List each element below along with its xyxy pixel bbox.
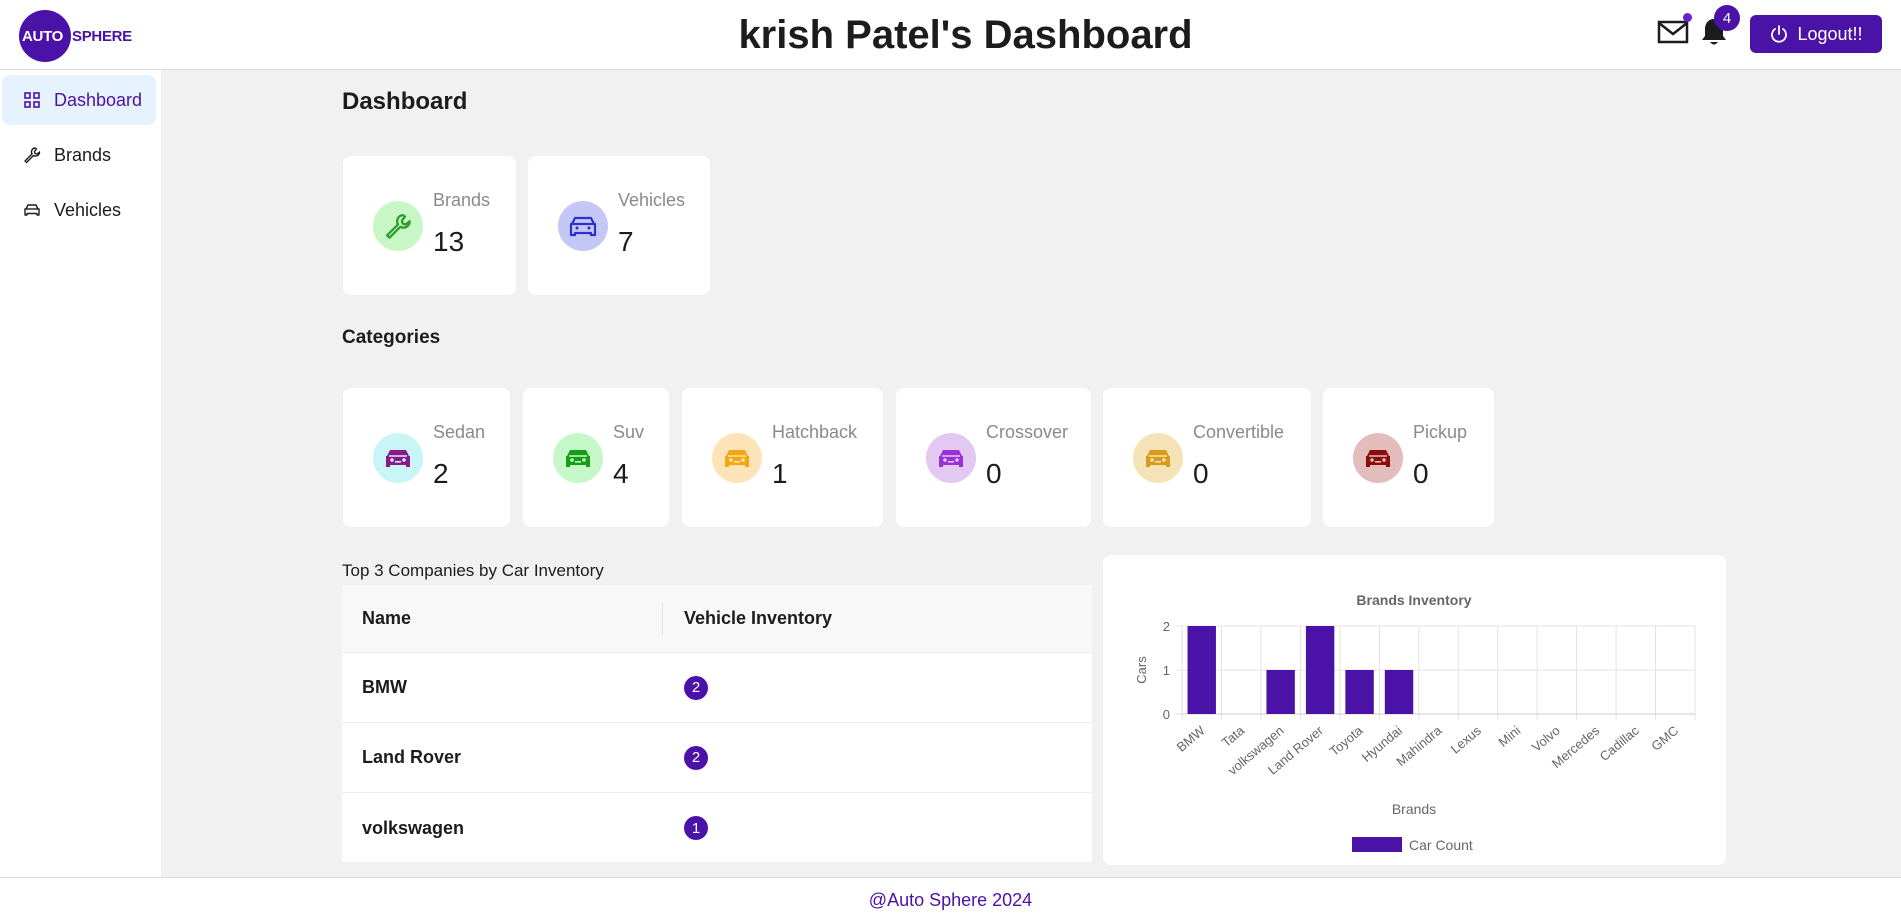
- sidebar-item-brands[interactable]: Brands: [2, 130, 156, 180]
- card-value: 0: [986, 458, 1002, 489]
- car-icon: [1133, 433, 1183, 483]
- mail-icon: [1657, 20, 1689, 44]
- bar: [1345, 670, 1374, 714]
- mail-button[interactable]: [1657, 13, 1692, 46]
- inventory-cell: 2: [684, 723, 708, 792]
- card-value: 2: [433, 458, 449, 489]
- footer-text: @Auto Sphere 2024: [868, 889, 1033, 910]
- bar: [1384, 670, 1414, 714]
- inventory-cell: 1: [684, 793, 708, 863]
- card-value: 13: [433, 226, 465, 257]
- column-header-inventory: Vehicle Inventory: [684, 608, 833, 628]
- top-header: AUTO SPHERE krish Patel's Dashboard 4 Lo…: [0, 0, 1901, 70]
- notification-count-badge: 4: [1714, 5, 1740, 31]
- car-icon: [553, 433, 603, 483]
- x-tick-label: BMW: [1174, 722, 1209, 754]
- inventory-cell: 2: [684, 653, 708, 722]
- table-row[interactable]: BMW 2: [342, 653, 1092, 723]
- car-icon: [712, 433, 762, 483]
- legend-label: Car Count: [1409, 837, 1473, 853]
- card-label: Crossover: [986, 422, 1069, 442]
- card-label: Convertible: [1193, 422, 1285, 442]
- chart-title: Brands Inventory: [1356, 592, 1471, 608]
- inventory-badge: 2: [684, 745, 708, 770]
- table-row[interactable]: Land Rover 2: [342, 723, 1092, 793]
- company-name: volkswagen: [362, 817, 465, 838]
- x-axis-title: Brands: [1392, 801, 1436, 817]
- card-label: Pickup: [1413, 422, 1468, 442]
- wrench-icon: [373, 201, 423, 251]
- table-row[interactable]: volkswagen 1: [342, 793, 1092, 863]
- table-header: Name Vehicle Inventory: [342, 585, 1092, 653]
- company-name: BMW: [362, 677, 407, 697]
- footer: @Auto Sphere 2024: [0, 877, 1901, 922]
- category-card-sedan[interactable]: Sedan 2: [343, 388, 510, 527]
- category-card-crossover[interactable]: Crossover 0: [896, 388, 1091, 527]
- sidebar-item-vehicles[interactable]: Vehicles: [2, 185, 156, 235]
- category-card-convertible[interactable]: Convertible 0: [1103, 388, 1311, 527]
- y-axis-title: Cars: [1134, 656, 1149, 684]
- bar: [1305, 626, 1335, 714]
- card-value: 0: [1413, 458, 1429, 489]
- categories-title: Categories: [342, 327, 441, 348]
- y-tick-label: 1: [1163, 663, 1170, 678]
- y-tick-label: 2: [1163, 619, 1170, 634]
- card-value: 1: [772, 458, 788, 489]
- bar: [1187, 626, 1216, 714]
- bar: [1266, 670, 1295, 714]
- mail-unread-dot: [1683, 13, 1692, 22]
- top-companies-title: Top 3 Companies by Car Inventory: [342, 561, 604, 580]
- column-header-name: Name: [362, 608, 412, 628]
- x-tick-label: GMC: [1648, 723, 1681, 754]
- vehicles-summary-card[interactable]: Vehicles 7: [528, 156, 710, 295]
- brands-summary-card[interactable]: Brands 13: [343, 156, 516, 295]
- sidebar-item-label: Brands: [54, 144, 112, 165]
- category-card-suv[interactable]: Suv 4: [523, 388, 669, 527]
- x-tick-label: Mahindra: [1393, 722, 1445, 769]
- card-value: 0: [1193, 458, 1209, 489]
- grid-icon: [22, 90, 42, 110]
- sidebar-item-dashboard[interactable]: Dashboard: [2, 75, 156, 125]
- inventory-badge: 2: [684, 675, 708, 700]
- legend-swatch: [1352, 837, 1402, 852]
- card-label: Brands: [433, 190, 491, 210]
- wrench-icon: [22, 145, 42, 165]
- page-header-title: krish Patel's Dashboard: [738, 13, 1193, 57]
- x-tick-label: Cadillac: [1597, 722, 1642, 764]
- car-icon: [558, 201, 608, 251]
- sidebar: Dashboard Brands Vehicles: [0, 70, 161, 877]
- power-icon: [1771, 25, 1788, 43]
- sidebar-item-label: Vehicles: [54, 199, 122, 220]
- category-card-hatchback[interactable]: Hatchback 1: [682, 388, 883, 527]
- logout-button[interactable]: Logout!!: [1750, 15, 1882, 53]
- x-tick-label: Mini: [1495, 723, 1523, 750]
- card-label: Sedan: [433, 422, 486, 442]
- logout-label: Logout!!: [1797, 23, 1863, 44]
- column-divider: [662, 603, 663, 635]
- car-icon: [1353, 433, 1403, 483]
- top-companies-table: Name Vehicle Inventory BMW 2 Land Rover …: [342, 585, 1092, 862]
- car-icon: [373, 433, 423, 483]
- car-icon: [22, 200, 42, 220]
- x-tick-label: Lexus: [1448, 722, 1485, 756]
- x-tick-label: Tata: [1219, 722, 1248, 750]
- card-label: Vehicles: [618, 190, 686, 210]
- card-value: 7: [618, 226, 634, 257]
- inventory-badge: 1: [684, 816, 708, 840]
- company-name: Land Rover: [362, 747, 462, 767]
- car-icon: [926, 433, 976, 483]
- card-label: Suv: [613, 422, 645, 442]
- brands-inventory-chart: Brands Inventory012BMW TatavolkswagenLand…: [1134, 592, 1696, 853]
- brands-inventory-chart-card: Brands Inventory 0 1 2 BMW Tata volkswagen Land…: [1103, 555, 1726, 865]
- card-value: 4: [613, 458, 629, 489]
- y-tick-label: 0: [1163, 707, 1170, 722]
- card-label: Hatchback: [772, 422, 858, 442]
- sidebar-item-label: Dashboard: [54, 89, 143, 110]
- x-tick-label: Volvo: [1529, 723, 1563, 755]
- page-title: Dashboard: [342, 88, 468, 115]
- category-card-pickup[interactable]: Pickup 0: [1323, 388, 1494, 527]
